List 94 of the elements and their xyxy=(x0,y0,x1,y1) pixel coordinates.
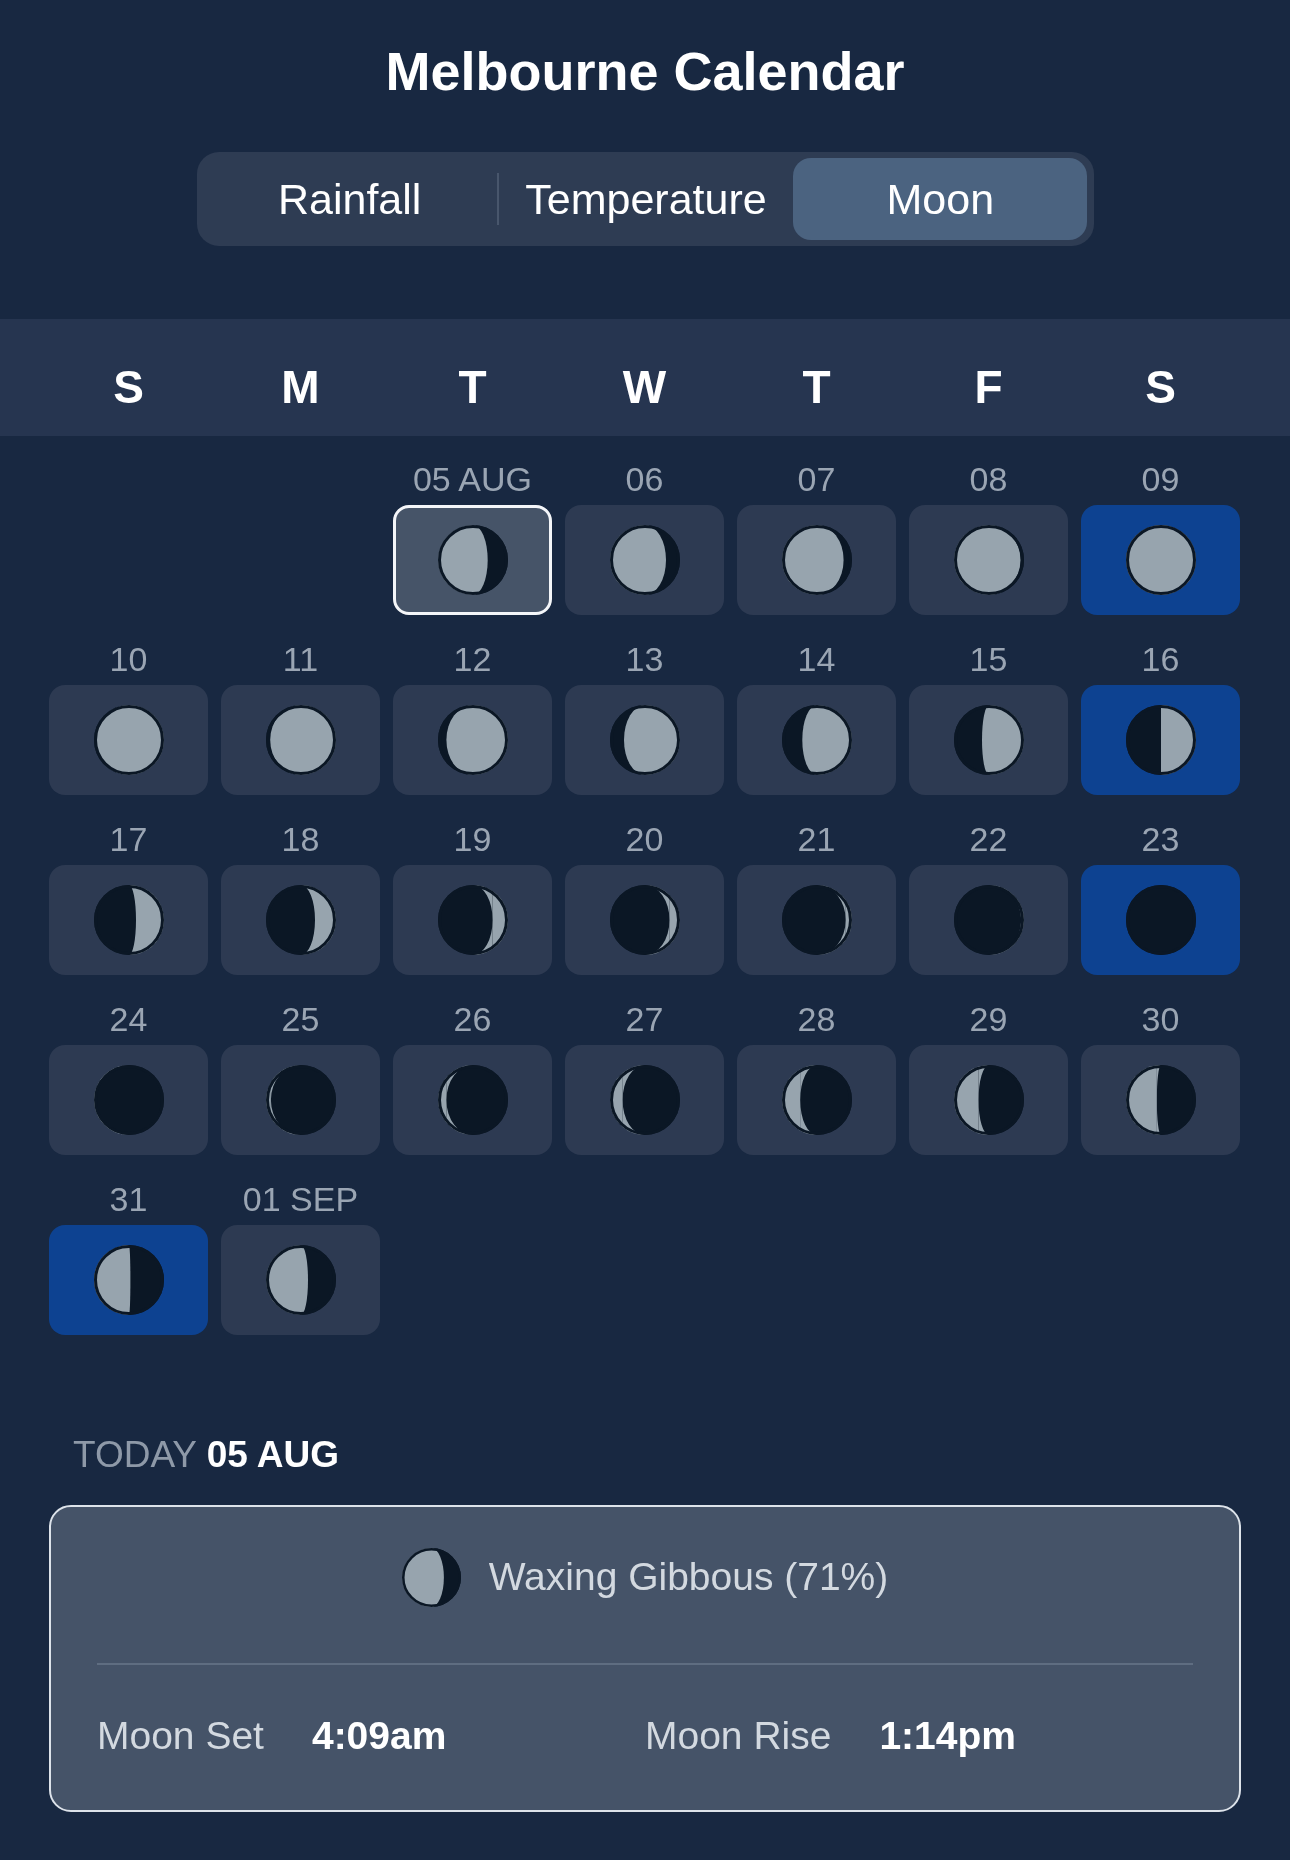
moon-phase-icon xyxy=(953,885,1024,955)
tab[interactable]: Moon xyxy=(793,158,1088,240)
moon-phase-icon xyxy=(953,1065,1024,1135)
day-button[interactable] xyxy=(909,1045,1068,1155)
weekday-label: S xyxy=(113,359,144,414)
day-button[interactable] xyxy=(49,1225,208,1335)
moon-phase-icon xyxy=(1125,885,1196,955)
weekday-label: M xyxy=(281,359,320,414)
moon-phase-icon xyxy=(953,525,1024,595)
day-label: 14 xyxy=(797,639,836,679)
moon-phase-icon xyxy=(265,1245,336,1315)
time-value: 4:09am xyxy=(311,1713,447,1759)
day-label: 07 xyxy=(797,459,836,499)
tab[interactable]: Temperature xyxy=(498,158,794,240)
moon-phase-icon xyxy=(781,525,852,595)
day-button[interactable] xyxy=(393,505,552,615)
time-value: 1:14pm xyxy=(879,1713,1016,1759)
day-label: 10 xyxy=(109,639,148,679)
day-button[interactable] xyxy=(49,865,208,975)
day-label: 01 SEP xyxy=(242,1179,359,1219)
moon-phase-icon xyxy=(1125,525,1196,595)
day-label: 17 xyxy=(109,819,148,859)
weekday-label: T xyxy=(458,359,487,414)
day-label: 24 xyxy=(109,999,148,1039)
weekday-label: W xyxy=(622,359,667,414)
day-button[interactable] xyxy=(221,1225,380,1335)
moon-phase-icon xyxy=(781,885,852,955)
moon-phase-icon xyxy=(93,1245,164,1315)
day-button[interactable] xyxy=(221,865,380,975)
day-label: 15 xyxy=(969,639,1008,679)
day-button[interactable] xyxy=(565,685,724,795)
moon-phase-icon xyxy=(265,885,336,955)
day-label: 12 xyxy=(453,639,492,679)
day-label: 09 xyxy=(1141,459,1180,499)
moon-phase-icon xyxy=(609,525,680,595)
day-button[interactable] xyxy=(909,685,1068,795)
weekday-label: S xyxy=(1145,359,1176,414)
day-label: 25 xyxy=(281,999,320,1039)
moon-phase-icon xyxy=(437,885,508,955)
day-label: 30 xyxy=(1141,999,1180,1039)
moon-phase-icon xyxy=(437,525,508,595)
weekday-label: T xyxy=(802,359,831,414)
weekday-label: F xyxy=(974,359,1003,414)
day-label: 06 xyxy=(625,459,664,499)
day-button[interactable] xyxy=(737,505,896,615)
day-label: 20 xyxy=(625,819,664,859)
moon-phase-icon xyxy=(609,885,680,955)
phase-text: Waxing Gibbous (71%) xyxy=(488,1554,889,1600)
day-label: 05 AUG xyxy=(412,459,533,499)
time-label: Moon Rise xyxy=(645,1713,832,1759)
moon-phase-icon xyxy=(437,1065,508,1135)
day-button[interactable] xyxy=(1081,685,1240,795)
day-label: 08 xyxy=(969,459,1008,499)
day-label: 11 xyxy=(282,639,319,679)
day-label: 22 xyxy=(969,819,1008,859)
today-heading: TODAY 05 AUG xyxy=(73,1433,340,1477)
moon-phase-icon xyxy=(437,705,508,775)
day-button[interactable] xyxy=(49,685,208,795)
day-button[interactable] xyxy=(737,1045,896,1155)
day-button[interactable] xyxy=(393,685,552,795)
day-label: 19 xyxy=(453,819,492,859)
day-label: 18 xyxy=(281,819,320,859)
day-button[interactable] xyxy=(393,865,552,975)
moon-phase-icon xyxy=(401,1547,461,1607)
moon-phase-icon xyxy=(609,705,680,775)
day-label: 31 xyxy=(109,1179,148,1219)
day-label: 16 xyxy=(1141,639,1180,679)
moon-phase-icon xyxy=(781,1065,852,1135)
day-button[interactable] xyxy=(1081,505,1240,615)
moon-phase-icon xyxy=(609,1065,680,1135)
day-button[interactable] xyxy=(1081,1045,1240,1155)
moon-phase-icon xyxy=(93,1065,164,1135)
moon-phase-icon xyxy=(265,705,336,775)
page-title: Melbourne Calendar xyxy=(384,40,906,103)
day-label: 13 xyxy=(625,639,664,679)
day-label: 23 xyxy=(1141,819,1180,859)
moon-phase-icon xyxy=(953,705,1024,775)
moon-phase-icon xyxy=(93,885,164,955)
time-label: Moon Set xyxy=(97,1713,264,1759)
day-button[interactable] xyxy=(909,505,1068,615)
day-label: 21 xyxy=(797,819,836,859)
day-label: 27 xyxy=(625,999,664,1039)
day-label: 28 xyxy=(797,999,836,1039)
day-button[interactable] xyxy=(737,685,896,795)
moon-phase-icon xyxy=(1125,1065,1196,1135)
moon-phase-icon xyxy=(1125,705,1196,775)
moon-phase-icon xyxy=(781,705,852,775)
day-button[interactable] xyxy=(565,505,724,615)
day-label: 29 xyxy=(969,999,1008,1039)
moon-phase-icon xyxy=(265,1065,336,1135)
moon-phase-icon xyxy=(93,705,164,775)
day-label: 26 xyxy=(453,999,492,1039)
tab[interactable]: Rainfall xyxy=(202,158,497,240)
day-button[interactable] xyxy=(221,685,380,795)
